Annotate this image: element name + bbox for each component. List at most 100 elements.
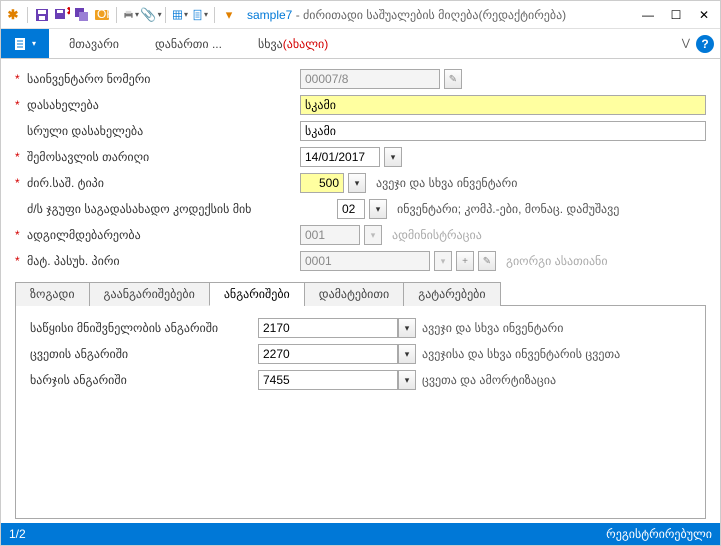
row-date: * შემოსავლის თარიღი ▾ <box>15 145 706 169</box>
menu-other-new: (ახალი) <box>283 37 328 51</box>
edit-lock-icon[interactable]: ✎ <box>444 69 462 89</box>
input-fullname[interactable] <box>300 121 706 141</box>
location-description: ადმინისტრაცია <box>386 228 482 242</box>
app-icon: ✱ <box>5 7 21 23</box>
acc-depr-dropdown-icon[interactable]: ▾ <box>398 344 416 364</box>
input-location <box>300 225 360 245</box>
required-mark <box>15 124 25 138</box>
location-dropdown-icon: ▾ <box>364 225 382 245</box>
required-mark: * <box>15 254 25 268</box>
form-area: * საინვენტარო ნომერი ✎ * დასახელება სრულ… <box>1 59 720 523</box>
acc-expense-dropdown-icon[interactable]: ▾ <box>398 370 416 390</box>
label-location: ადგილმდებარეობა <box>25 228 300 242</box>
separator <box>27 7 28 23</box>
menu-bar: ▾ მთავარი დანართი ... სხვა(ახალი) ⋁ ? <box>1 29 720 59</box>
row-type: * ძირ.საშ. ტიპი ▾ ავეჯი და სხვა ინვენტარ… <box>15 171 706 195</box>
resp-edit-icon: ✎ <box>478 251 496 271</box>
label-date: შემოსავლის თარიღი <box>25 150 300 164</box>
required-mark: * <box>15 98 25 112</box>
status-right: რეგისტრირებული <box>606 527 712 541</box>
acc-initial-dropdown-icon[interactable]: ▾ <box>398 318 416 338</box>
tab-general[interactable]: ზოგადი <box>15 282 90 306</box>
row-group: ძ/ს ჯგუფი საგადასახადო კოდექსის მიხ ▾ ინ… <box>15 197 706 221</box>
row-name: * დასახელება <box>15 93 706 117</box>
type-dropdown-icon[interactable]: ▾ <box>348 173 366 193</box>
input-name[interactable] <box>300 95 706 115</box>
required-mark: * <box>15 176 25 190</box>
grid-dropdown-icon[interactable]: ▾ <box>172 7 188 23</box>
separator <box>116 7 117 23</box>
doc-name: sample7 <box>247 8 292 22</box>
row-responsible: * მატ. პასუხ. პირი ▾ + ✎ გიორგი ასათიანი <box>15 249 706 273</box>
save-icon[interactable] <box>34 7 50 23</box>
tab-accounts[interactable]: ანგარიშები <box>209 282 305 306</box>
label-responsible: მატ. პასუხ. პირი <box>25 254 300 268</box>
account-row-expense: ხარჯის ანგარიში ▾ ცვეთა და ამორტიზაცია <box>26 368 695 392</box>
separator <box>165 7 166 23</box>
status-page: 1/2 <box>9 527 26 541</box>
required-mark <box>15 202 25 216</box>
menu-right: ⋁ ? <box>682 29 720 58</box>
tab-calculations[interactable]: გაანგარიშებები <box>89 282 210 306</box>
file-menu-button[interactable]: ▾ <box>1 29 49 58</box>
label-acc-initial: საწყისი მნიშვნელობის ანგარიში <box>26 321 258 335</box>
label-type: ძირ.საშ. ტიპი <box>25 176 300 190</box>
svg-text:✖: ✖ <box>66 7 70 18</box>
input-inventory <box>300 69 440 89</box>
tab-strip: ზოგადი გაანგარიშებები ანგარიშები დამატებ… <box>15 281 706 306</box>
acc-initial-desc: ავეჯი და სხვა ინვენტარი <box>416 321 563 335</box>
separator <box>214 7 215 23</box>
group-dropdown-icon[interactable]: ▾ <box>369 199 387 219</box>
menu-items: მთავარი დანართი ... სხვა(ახალი) <box>49 29 682 58</box>
help-button[interactable]: ? <box>696 35 714 53</box>
title-bar: ✱ ✖ ORF ▾ 📎▾ ▾ ▾ ▾ sample7 - ძირითადი სა… <box>1 1 720 29</box>
minimize-button[interactable]: ― <box>636 4 660 26</box>
label-fullname: სრული დასახელება <box>25 124 300 138</box>
menu-addon[interactable]: დანართი ... <box>151 31 226 57</box>
required-mark: * <box>15 72 25 86</box>
tab-additional[interactable]: დამატებითი <box>304 282 404 306</box>
row-inventory: * საინვენტარო ნომერი ✎ <box>15 67 706 91</box>
resp-dropdown-icon: ▾ <box>434 251 452 271</box>
acc-depr-desc: ავეჯისა და სხვა ინვენტარის ცვეთა <box>416 347 620 361</box>
save-plus-icon[interactable]: ✖ <box>54 7 70 23</box>
account-row-depr: ცვეთის ანგარიში ▾ ავეჯისა და სხვა ინვენტ… <box>26 342 695 366</box>
row-fullname: სრული დასახელება <box>15 119 706 143</box>
attach-dropdown-icon[interactable]: 📎▾ <box>143 7 159 23</box>
label-acc-expense: ხარჯის ანგარიში <box>26 373 258 387</box>
status-bar: 1/2 რეგისტრირებული <box>1 523 720 545</box>
menu-main[interactable]: მთავარი <box>65 31 123 57</box>
date-picker-icon[interactable]: ▾ <box>384 147 402 167</box>
input-type[interactable] <box>300 173 344 193</box>
maximize-button[interactable]: ☐ <box>664 4 688 26</box>
print-dropdown-icon[interactable]: ▾ <box>123 7 139 23</box>
point-down-icon[interactable]: ▾ <box>221 7 237 23</box>
tab-transactions[interactable]: გატარებები <box>403 282 500 306</box>
doc-dropdown-icon[interactable]: ▾ <box>192 7 208 23</box>
label-name: დასახელება <box>25 98 300 112</box>
close-button[interactable]: ✕ <box>692 4 716 26</box>
required-mark: * <box>15 228 25 242</box>
menu-other[interactable]: სხვა(ახალი) <box>254 31 332 57</box>
save-copy-icon[interactable] <box>74 7 90 23</box>
required-mark: * <box>15 150 25 164</box>
acc-expense-desc: ცვეთა და ამორტიზაცია <box>416 373 556 387</box>
svg-text:ORF: ORF <box>97 7 110 21</box>
orf-icon[interactable]: ORF <box>94 7 110 23</box>
input-acc-depr[interactable] <box>258 344 398 364</box>
input-acc-initial[interactable] <box>258 318 398 338</box>
row-location: * ადგილმდებარეობა ▾ ადმინისტრაცია <box>15 223 706 247</box>
resp-description: გიორგი ასათიანი <box>500 254 608 268</box>
label-group: ძ/ს ჯგუფი საგადასახადო კოდექსის მიხ <box>25 202 337 216</box>
input-group[interactable] <box>337 199 365 219</box>
type-description: ავეჯი და სხვა ინვენტარი <box>370 176 517 190</box>
group-description: ინვენტარი; კომპ.-ები, მონაც. დამუშავე <box>391 202 619 216</box>
input-date[interactable] <box>300 147 380 167</box>
expand-caret-icon[interactable]: ⋁ <box>682 38 690 49</box>
input-acc-expense[interactable] <box>258 370 398 390</box>
input-responsible <box>300 251 430 271</box>
tab-body: საწყისი მნიშვნელობის ანგარიში ▾ ავეჯი და… <box>15 306 706 519</box>
label-acc-depr: ცვეთის ანგარიში <box>26 347 258 361</box>
resp-add-icon: + <box>456 251 474 271</box>
account-row-initial: საწყისი მნიშვნელობის ანგარიში ▾ ავეჯი და… <box>26 316 695 340</box>
